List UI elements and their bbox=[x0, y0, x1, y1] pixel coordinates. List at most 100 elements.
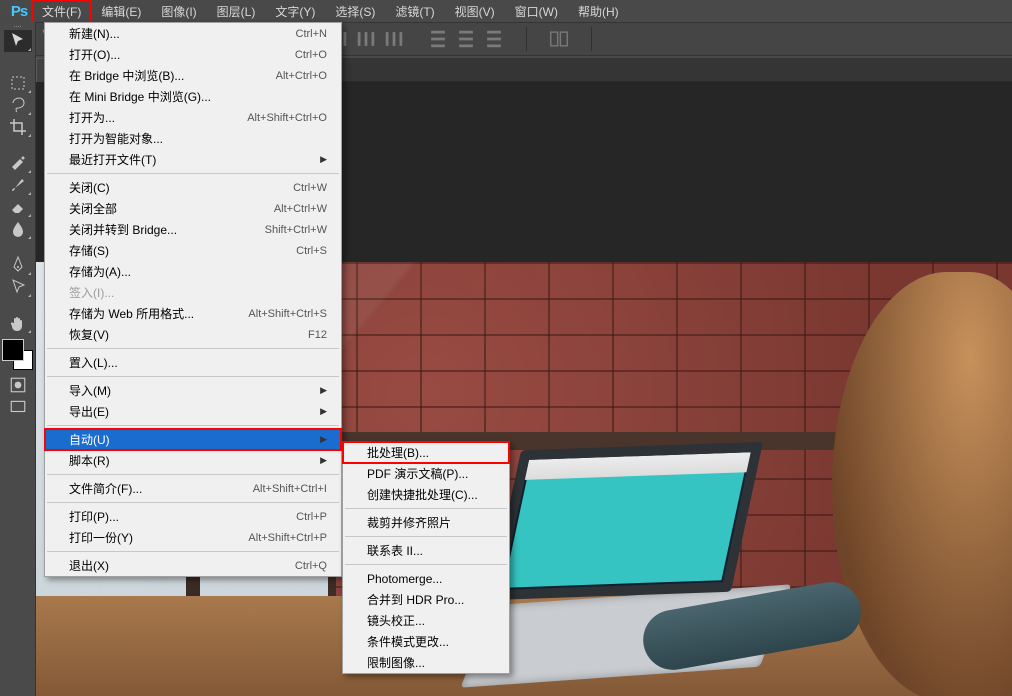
menu-view[interactable]: 视图(V) bbox=[445, 0, 505, 23]
menu-item-shortcut: Ctrl+W bbox=[293, 182, 327, 194]
menu-help[interactable]: 帮助(H) bbox=[568, 0, 629, 23]
menu-item-label: 关闭全部 bbox=[69, 200, 117, 217]
brush-tool[interactable] bbox=[4, 174, 32, 196]
menu-item-label: 存储为 Web 所用格式... bbox=[69, 305, 194, 322]
file-menu-item[interactable]: 关闭全部Alt+Ctrl+W bbox=[45, 198, 341, 219]
auto-align-icon[interactable] bbox=[547, 27, 571, 51]
file-menu-item: 签入(I)... bbox=[45, 282, 341, 303]
menu-select[interactable]: 选择(S) bbox=[325, 0, 385, 23]
menu-separator bbox=[47, 348, 339, 349]
file-menu-item[interactable]: 导出(E) bbox=[45, 401, 341, 422]
quick-mask-icon[interactable] bbox=[9, 376, 27, 394]
crop-tool[interactable] bbox=[4, 116, 32, 138]
menu-item-label: PDF 演示文稿(P)... bbox=[367, 465, 468, 482]
menu-item-label: 条件模式更改... bbox=[367, 633, 449, 650]
file-menu-item[interactable]: 最近打开文件(T) bbox=[45, 149, 341, 170]
menu-item-shortcut: Ctrl+N bbox=[296, 28, 327, 40]
menu-item-label: 在 Mini Bridge 中浏览(G)... bbox=[69, 88, 211, 105]
menu-item-label: 导入(M) bbox=[69, 382, 111, 399]
distribute-v3-icon[interactable] bbox=[482, 27, 506, 51]
menu-edit[interactable]: 编辑(E) bbox=[91, 0, 151, 23]
file-menu-item[interactable]: 自动(U) bbox=[45, 429, 341, 450]
file-menu-item[interactable]: 置入(L)... bbox=[45, 352, 341, 373]
menu-image[interactable]: 图像(I) bbox=[151, 0, 206, 23]
distribute-v-icon[interactable] bbox=[426, 27, 450, 51]
file-menu-item[interactable]: 在 Bridge 中浏览(B)... Alt+Ctrl+O bbox=[45, 65, 341, 86]
menu-item-label: 限制图像... bbox=[367, 654, 425, 671]
menu-separator bbox=[47, 551, 339, 552]
menu-file[interactable]: 文件(F) bbox=[32, 0, 91, 23]
color-swatches[interactable] bbox=[3, 340, 33, 370]
menu-filter[interactable]: 滤镜(T) bbox=[385, 0, 444, 23]
distribute-v2-icon[interactable] bbox=[454, 27, 478, 51]
menu-item-label: 脚本(R) bbox=[69, 452, 110, 469]
file-menu-item[interactable]: 存储为(A)... bbox=[45, 261, 341, 282]
marquee-tool[interactable] bbox=[4, 72, 32, 94]
laptop-screen bbox=[489, 442, 763, 600]
file-menu-item[interactable]: 在 Mini Bridge 中浏览(G)... bbox=[45, 86, 341, 107]
file-menu-item[interactable]: 打开为智能对象... bbox=[45, 128, 341, 149]
menu-item-label: 打开为智能对象... bbox=[69, 130, 163, 147]
menu-item-label: 合并到 HDR Pro... bbox=[367, 591, 464, 608]
file-menu-item[interactable]: 关闭(C)Ctrl+W bbox=[45, 177, 341, 198]
hand-tool[interactable] bbox=[4, 312, 32, 334]
distribute-h3-icon[interactable] bbox=[382, 27, 406, 51]
distribute-h2-icon[interactable] bbox=[354, 27, 378, 51]
menu-item-shortcut: Alt+Shift+Ctrl+I bbox=[253, 483, 327, 495]
blur-tool[interactable] bbox=[4, 218, 32, 240]
menu-item-label: 批处理(B)... bbox=[367, 444, 429, 461]
auto-menu-item[interactable]: 联系表 II... bbox=[343, 540, 509, 561]
menu-separator bbox=[47, 502, 339, 503]
file-menu-item[interactable]: 文件简介(F)...Alt+Shift+Ctrl+I bbox=[45, 478, 341, 499]
auto-menu-item[interactable]: 批处理(B)... bbox=[343, 442, 509, 463]
lasso-tool[interactable] bbox=[4, 94, 32, 116]
file-menu-item[interactable]: 恢复(V)F12 bbox=[45, 324, 341, 345]
file-menu-item[interactable]: 打印(P)...Ctrl+P bbox=[45, 506, 341, 527]
file-menu-item[interactable]: 关闭并转到 Bridge...Shift+Ctrl+W bbox=[45, 219, 341, 240]
file-menu-item[interactable]: 存储(S)Ctrl+S bbox=[45, 240, 341, 261]
healing-brush-tool[interactable] bbox=[4, 152, 32, 174]
menu-item-label: 联系表 II... bbox=[367, 542, 423, 559]
menu-window[interactable]: 窗口(W) bbox=[505, 0, 568, 23]
auto-menu-item[interactable]: 裁剪并修齐照片 bbox=[343, 512, 509, 533]
menu-item-label: 最近打开文件(T) bbox=[69, 151, 156, 168]
menu-item-label: 打开(O)... bbox=[69, 46, 120, 63]
foreground-color[interactable] bbox=[3, 340, 23, 360]
person-hair bbox=[832, 272, 1012, 696]
menu-type[interactable]: 文字(Y) bbox=[265, 0, 325, 23]
file-menu-item[interactable]: 新建(N)...Ctrl+N bbox=[45, 23, 341, 44]
panel-grip[interactable] bbox=[0, 22, 35, 30]
move-tool[interactable] bbox=[4, 30, 32, 52]
file-menu-item[interactable]: 打开(O)... Ctrl+O bbox=[45, 44, 341, 65]
auto-menu-item[interactable]: PDF 演示文稿(P)... bbox=[343, 463, 509, 484]
auto-menu-item[interactable]: Photomerge... bbox=[343, 568, 509, 589]
menu-item-label: 在 Bridge 中浏览(B)... bbox=[69, 67, 184, 84]
menu-item-label: 退出(X) bbox=[69, 557, 109, 574]
auto-menu-item[interactable]: 创建快捷批处理(C)... bbox=[343, 484, 509, 505]
auto-menu-item[interactable]: 合并到 HDR Pro... bbox=[343, 589, 509, 610]
auto-menu-item[interactable]: 条件模式更改... bbox=[343, 631, 509, 652]
menu-item-shortcut: Alt+Shift+Ctrl+S bbox=[248, 308, 327, 320]
file-menu[interactable]: 新建(N)...Ctrl+N 打开(O)... Ctrl+O 在 Bridge 中浏览… bbox=[44, 22, 342, 577]
file-menu-item[interactable]: 存储为 Web 所用格式... Alt+Shift+Ctrl+S bbox=[45, 303, 341, 324]
pen-tool[interactable] bbox=[4, 254, 32, 276]
menu-separator bbox=[345, 508, 507, 509]
file-menu-item[interactable]: 退出(X)Ctrl+Q bbox=[45, 555, 341, 576]
path-selection-tool[interactable] bbox=[4, 276, 32, 298]
menu-item-shortcut: Alt+Shift+Ctrl+O bbox=[247, 112, 327, 124]
file-menu-item[interactable]: 打印一份(Y)Alt+Shift+Ctrl+P bbox=[45, 527, 341, 548]
file-menu-item[interactable]: 打开为...Alt+Shift+Ctrl+O bbox=[45, 107, 341, 128]
menu-item-label: 置入(L)... bbox=[69, 354, 118, 371]
auto-menu-item[interactable]: 限制图像... bbox=[343, 652, 509, 673]
file-menu-item[interactable]: 导入(M) bbox=[45, 380, 341, 401]
menu-item-label: 存储(S) bbox=[69, 242, 109, 259]
file-menu-item[interactable]: 脚本(R) bbox=[45, 450, 341, 471]
menu-layer[interactable]: 图层(L) bbox=[207, 0, 266, 23]
auto-menu-item[interactable]: 镜头校正... bbox=[343, 610, 509, 631]
menu-item-shortcut: Ctrl+O bbox=[295, 49, 327, 61]
eraser-tool[interactable] bbox=[4, 196, 32, 218]
menu-item-label: 裁剪并修齐照片 bbox=[367, 514, 451, 531]
screen-mode-icon[interactable] bbox=[9, 398, 27, 416]
auto-submenu[interactable]: 批处理(B)... PDF 演示文稿(P)... 创建快捷批处理(C)... 裁剪并修… bbox=[342, 441, 510, 674]
menu-item-shortcut: Alt+Ctrl+O bbox=[276, 70, 327, 82]
